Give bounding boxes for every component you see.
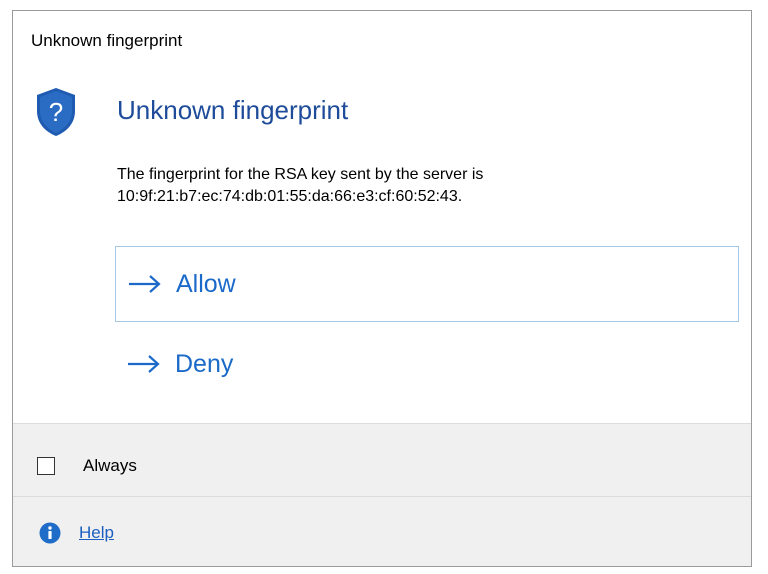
svg-text:?: ? (49, 97, 63, 127)
content-message: The fingerprint for the RSA key sent by … (117, 164, 737, 208)
allow-label: Allow (176, 269, 236, 298)
footer-area: Always Help (13, 423, 751, 566)
help-row: Help (39, 522, 114, 544)
arrow-right-icon (128, 355, 160, 373)
dialog-window: Unknown fingerprint ? Unknown fingerprin… (12, 10, 752, 567)
info-icon (39, 522, 61, 544)
always-checkbox[interactable] (37, 457, 55, 475)
shield-question-icon: ? (37, 88, 75, 136)
help-link[interactable]: Help (79, 523, 114, 543)
allow-button[interactable]: Allow (115, 246, 739, 322)
deny-label: Deny (175, 349, 234, 378)
arrow-right-icon (129, 275, 161, 293)
main-instruction: Unknown fingerprint (117, 95, 349, 125)
window-title: Unknown fingerprint (31, 31, 183, 50)
title-bar[interactable]: Unknown fingerprint (13, 11, 751, 67)
fingerprint-value: 10:9f:21:b7:ec:74:db:01:55:da:66:e3:cf:6… (117, 188, 463, 205)
deny-button[interactable]: Deny (115, 326, 739, 402)
always-label[interactable]: Always (83, 456, 137, 476)
always-checkbox-row[interactable]: Always (37, 456, 137, 476)
message-line-1: The fingerprint for the RSA key sent by … (117, 166, 484, 183)
footer-divider (13, 496, 751, 497)
